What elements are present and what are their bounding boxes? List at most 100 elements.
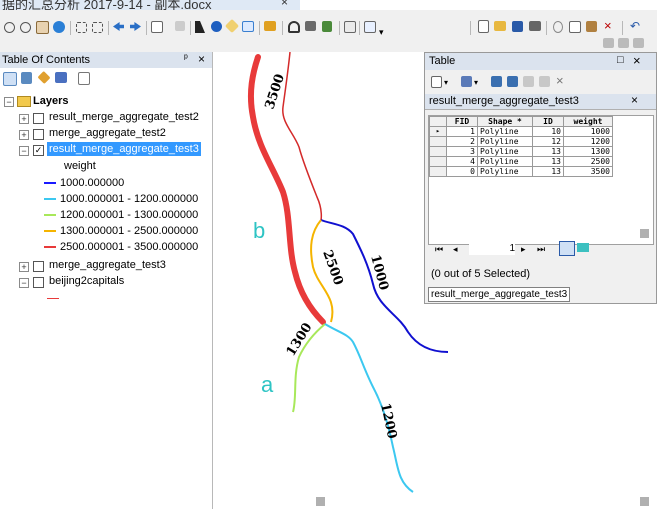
cell-id[interactable]: 13 xyxy=(532,146,564,157)
forward-arrow-icon[interactable] xyxy=(130,22,141,31)
current-record-field[interactable]: 1 xyxy=(469,243,515,255)
layer-item[interactable]: − beijing2capitals xyxy=(0,274,210,289)
identify-icon[interactable] xyxy=(211,21,222,32)
cell-shape[interactable]: Polyline xyxy=(477,146,533,157)
column-header-selector[interactable] xyxy=(429,116,447,127)
table-window-titlebar[interactable]: Table □ × xyxy=(425,53,656,70)
row-selector[interactable] xyxy=(429,166,447,177)
row-selector[interactable]: ▸ xyxy=(429,126,447,137)
paste-icon[interactable] xyxy=(586,21,597,32)
editor-tool-icon-1[interactable] xyxy=(603,38,614,48)
table-row[interactable]: 4 Polyline 13 2500 xyxy=(429,156,613,167)
last-record-icon[interactable]: ⏭ xyxy=(537,244,545,255)
previous-record-icon[interactable]: ◂ xyxy=(453,244,458,255)
layer-visibility-checkbox[interactable] xyxy=(33,113,44,124)
toc-close-icon[interactable]: × xyxy=(198,52,205,66)
attribute-grid[interactable]: FID Shape * ID weight ▸ 1 Polyline 10 10… xyxy=(428,115,654,245)
find-binoculars-icon[interactable] xyxy=(288,21,300,33)
table-row[interactable]: 2 Polyline 12 1200 xyxy=(429,136,613,147)
column-header-shape[interactable]: Shape * xyxy=(477,116,533,127)
cut-scissors-icon[interactable] xyxy=(553,21,563,33)
cell-id[interactable]: 12 xyxy=(532,136,564,147)
cell-id[interactable]: 13 xyxy=(532,166,564,177)
cell-shape[interactable]: Polyline xyxy=(477,156,533,167)
measure-icon[interactable] xyxy=(264,21,276,31)
zoom-out-icon[interactable] xyxy=(20,22,31,33)
table-row[interactable]: 0 Polyline 13 3500 xyxy=(429,166,613,177)
switch-selection-icon[interactable] xyxy=(507,76,518,87)
table-tab[interactable]: result_merge_aggregate_test3 × xyxy=(425,93,656,110)
table-row[interactable]: 3 Polyline 13 1300 xyxy=(429,146,613,157)
column-header-id[interactable]: ID xyxy=(532,116,564,127)
column-header-weight[interactable]: weight xyxy=(563,116,613,127)
layer-visibility-checkbox[interactable] xyxy=(33,261,44,272)
cell-weight[interactable]: 1200 xyxy=(563,136,613,147)
html-popup-icon[interactable] xyxy=(242,21,254,32)
full-extent-globe-icon[interactable] xyxy=(53,21,65,33)
select-by-attributes-icon[interactable] xyxy=(491,76,502,87)
table-tab-close-icon[interactable]: × xyxy=(631,93,638,107)
layer-item[interactable]: + result_merge_aggregate_test2 xyxy=(0,110,210,125)
expand-icon[interactable]: + xyxy=(19,130,29,140)
table-options-dropdown-icon[interactable]: ▾ xyxy=(444,79,458,93)
back-arrow-icon[interactable] xyxy=(113,22,124,31)
layer-visibility-checkbox[interactable] xyxy=(33,129,44,140)
related-tables-dropdown-icon[interactable]: ▾ xyxy=(474,79,488,93)
copy-icon[interactable] xyxy=(569,21,581,33)
list-by-drawing-order-icon[interactable] xyxy=(3,72,17,86)
first-record-icon[interactable]: ⏮ xyxy=(435,244,443,255)
toc-pin-icon[interactable]: ᵖ xyxy=(184,53,188,64)
cell-shape[interactable]: Polyline xyxy=(477,126,533,137)
zoom-in-icon[interactable] xyxy=(4,22,15,33)
row-selector[interactable] xyxy=(429,136,447,147)
toc-options-icon[interactable] xyxy=(78,72,90,85)
cell-weight[interactable]: 3500 xyxy=(563,166,613,177)
cell-shape[interactable]: Polyline xyxy=(477,166,533,177)
find-route-icon[interactable] xyxy=(305,21,316,31)
collapse-icon[interactable]: − xyxy=(19,146,29,156)
list-by-selection-icon[interactable] xyxy=(55,72,67,83)
cell-id[interactable]: 13 xyxy=(532,156,564,167)
show-selected-records-icon[interactable] xyxy=(577,243,589,252)
cell-weight[interactable]: 1300 xyxy=(563,146,613,157)
toolbar-overflow-icon[interactable]: ▾ xyxy=(379,28,393,42)
column-header-fid[interactable]: FID xyxy=(446,116,478,127)
fixed-zoom-out-icon[interactable] xyxy=(92,22,103,33)
row-selector[interactable] xyxy=(429,146,447,157)
expand-icon[interactable]: + xyxy=(19,114,29,124)
viewer-window-icon[interactable] xyxy=(364,21,376,33)
list-by-source-icon[interactable] xyxy=(21,72,32,84)
cell-fid[interactable]: 4 xyxy=(446,156,478,167)
table-row[interactable]: ▸ 1 Polyline 10 1000 xyxy=(429,126,613,137)
document-tab[interactable]: 据的汇总分析 2017-9-14 - 副本.docx × xyxy=(0,0,300,10)
new-document-icon[interactable] xyxy=(478,20,489,33)
fixed-zoom-in-icon[interactable] xyxy=(76,22,87,33)
cell-fid[interactable]: 2 xyxy=(446,136,478,147)
layers-root[interactable]: − Layers xyxy=(0,94,200,109)
clear-selection-icon[interactable] xyxy=(175,21,185,31)
cell-fid[interactable]: 3 xyxy=(446,146,478,157)
zoom-to-selected-icon[interactable] xyxy=(539,76,550,87)
cell-fid[interactable]: 0 xyxy=(446,166,478,177)
cell-shape[interactable]: Polyline xyxy=(477,136,533,147)
save-icon[interactable] xyxy=(512,21,523,32)
time-slider-icon[interactable] xyxy=(344,21,356,33)
resize-handle[interactable] xyxy=(640,497,649,506)
expand-icon[interactable]: + xyxy=(19,262,29,272)
cell-weight[interactable]: 2500 xyxy=(563,156,613,167)
editor-tool-icon-3[interactable] xyxy=(633,38,644,48)
select-features-icon[interactable] xyxy=(151,21,163,33)
show-all-records-icon[interactable] xyxy=(559,241,575,256)
related-tables-icon[interactable] xyxy=(461,76,472,87)
table-window-pin-icon[interactable]: □ xyxy=(617,54,624,66)
row-selector[interactable] xyxy=(429,156,447,167)
hyperlink-icon[interactable] xyxy=(224,18,240,34)
document-tab-close-icon[interactable]: × xyxy=(281,0,288,9)
cell-fid[interactable]: 1 xyxy=(446,126,478,137)
open-folder-icon[interactable] xyxy=(494,21,506,31)
collapse-icon[interactable]: − xyxy=(4,97,14,107)
table-bottom-tab[interactable]: result_merge_aggregate_test3 xyxy=(428,287,571,302)
undo-icon[interactable]: ↶ xyxy=(630,20,644,34)
collapse-icon[interactable]: − xyxy=(19,278,29,288)
resize-handle[interactable] xyxy=(316,497,325,506)
